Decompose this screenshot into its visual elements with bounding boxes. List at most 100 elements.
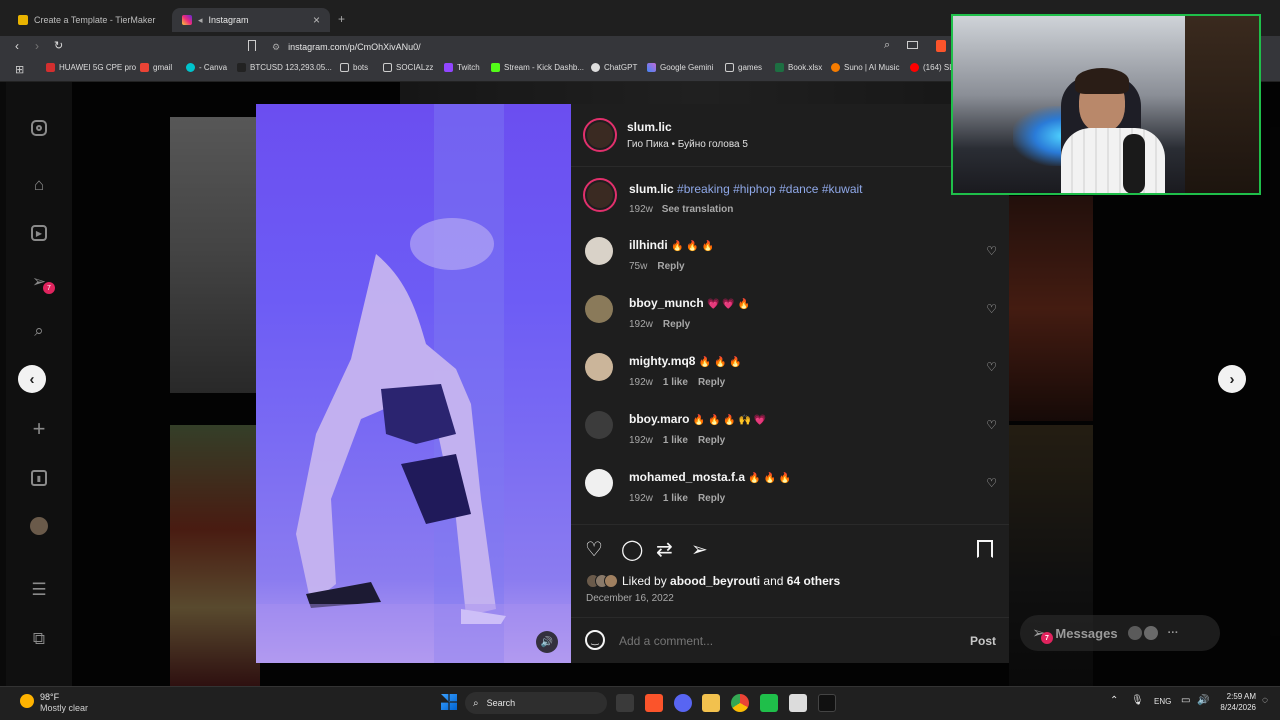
bookmark-gemini[interactable]: Google Gemini [647,63,713,72]
url-field[interactable]: ⚙ instagram.com/p/CmOhXivANu0/ [272,39,952,55]
save-bookmark-icon[interactable] [977,540,993,558]
language-indicator[interactable]: ENG [1154,697,1171,706]
bookmark-huawei[interactable]: HUAWEI 5G CPE pro [46,63,136,72]
reload-icon[interactable]: ↻ [54,39,63,52]
taskbar-search[interactable]: ⌕ Search [465,692,607,714]
post-comment-button[interactable]: Post [970,634,996,648]
like-comment-icon[interactable]: ♡ [986,418,997,432]
brave-shield-icon[interactable] [936,40,946,52]
network-icon[interactable]: ▭ [1181,695,1190,706]
bookmark-btcusd[interactable]: BTCUSD 123,293.05... [237,63,332,72]
kick-app-icon[interactable] [760,694,778,712]
bookmark-suno[interactable]: Suno | AI Music [831,63,899,72]
commenter-avatar[interactable] [585,469,613,497]
bookmark-canva[interactable]: - Canva [186,63,227,72]
liked-by-user[interactable]: abood_beyrouti [670,574,760,588]
apps-grid-icon[interactable]: ⊞ [15,63,24,76]
bookmark-folder-bots[interactable]: bots [340,63,368,72]
audio-toggle-button[interactable]: 🔊 [536,631,558,653]
task-view-icon[interactable] [616,694,634,712]
reels-icon[interactable]: ▶ [29,223,49,243]
author-avatar[interactable] [583,178,617,212]
show-hidden-icons-icon[interactable]: ⌃ [1110,695,1118,706]
post-video[interactable]: 🔊 [256,104,571,663]
brave-browser-icon[interactable] [645,694,663,712]
bookmark-folder-games[interactable]: games [725,63,762,72]
repost-icon[interactable]: ⇄ [656,537,673,562]
commenter-avatar[interactable] [585,237,613,265]
microphone-icon[interactable]: 🎙 [1131,695,1144,706]
liked-by-others[interactable]: 64 others [787,574,840,588]
share-icon[interactable]: ➢ [691,537,708,562]
tab-tiermaker[interactable]: Create a Template - TierMaker [8,8,168,32]
reply-button[interactable]: Reply [698,377,725,388]
search-icon[interactable]: ⌕ [29,321,49,341]
clock-date[interactable]: 8/24/2026 [1216,703,1256,712]
caption-hashtags[interactable]: #breaking #hiphop #dance #kuwait [677,182,862,196]
bookmark-kick[interactable]: Stream - Kick Dashb... [491,63,584,72]
like-comment-icon[interactable]: ♡ [986,360,997,374]
bookmark-twitch[interactable]: Twitch [444,63,480,72]
comment-username[interactable]: bboy_munch [629,296,704,310]
reply-button[interactable]: Reply [698,435,725,446]
like-comment-icon[interactable]: ♡ [986,302,997,316]
bookmark-youtube[interactable]: (164) SL [910,63,954,72]
comment-input[interactable] [619,631,949,651]
commenter-avatar[interactable] [585,295,613,323]
comment-likes[interactable]: 1 like [663,435,688,446]
close-tab-icon[interactable]: × [313,13,320,27]
reply-button[interactable]: Reply [698,493,725,504]
weather-desc[interactable]: Mostly clear [40,703,88,713]
next-post-button[interactable]: › [1218,365,1246,393]
tab-instagram[interactable]: ◂ Instagram × [172,8,330,32]
messages-button[interactable]: ➢ 7 Messages ··· [1020,615,1220,651]
forward-icon[interactable]: › [35,39,39,53]
new-tab-button[interactable]: + [338,12,345,26]
bookmark-chatgpt[interactable]: ChatGPT [591,63,637,72]
bookmark-gmail[interactable]: gmail [140,63,172,72]
weather-temp[interactable]: 98°F [40,692,59,702]
like-comment-icon[interactable]: ♡ [986,244,997,258]
caption-username[interactable]: slum.lic [629,182,674,196]
more-menu-icon[interactable]: ☰ [29,580,49,600]
instagram-logo-icon[interactable] [29,118,49,138]
audio-track[interactable]: Гио Пика • Буйно голова 5 [627,139,748,150]
site-info-icon[interactable]: ⚙ [272,42,280,53]
notepad-icon[interactable] [789,694,807,712]
volume-icon[interactable]: 🔊 [1197,695,1209,706]
zoom-icon[interactable]: ⌕ [884,39,890,52]
comment-likes[interactable]: 1 like [663,493,688,504]
cast-icon[interactable] [907,41,918,49]
windows-start-icon[interactable] [441,694,457,710]
see-translation-link[interactable]: See translation [662,204,734,215]
comment-username[interactable]: mohamed_mosta.f.a [629,470,745,484]
emoji-icon[interactable]: ‿ [585,630,605,650]
obs-terminal-icon[interactable] [818,694,836,712]
bookmark-folder-socialzz[interactable]: SOCIALzz [383,63,433,72]
bookmark-book-xlsx[interactable]: Book.xlsx [775,63,822,72]
author-avatar[interactable] [583,118,617,152]
reply-button[interactable]: Reply [657,261,684,272]
commenter-avatar[interactable] [585,353,613,381]
comment-username[interactable]: bboy.maro [629,412,689,426]
previous-post-button[interactable]: ‹ [18,365,46,393]
also-from-meta-icon[interactable]: ⧉ [29,629,49,649]
comment-icon[interactable]: ◯ [621,537,643,562]
create-icon[interactable]: + [29,416,49,441]
back-icon[interactable]: ‹ [15,39,19,53]
file-explorer-icon[interactable] [702,694,720,712]
discord-icon[interactable] [674,694,692,712]
comment-username[interactable]: mighty.mq8 [629,354,695,368]
weather-icon[interactable] [20,694,34,708]
bookmark-page-icon[interactable] [248,40,256,51]
like-comment-icon[interactable]: ♡ [986,476,997,490]
author-username[interactable]: slum.lic [627,120,672,134]
comment-likes[interactable]: 1 like [663,377,688,388]
chrome-icon[interactable] [731,694,749,712]
comment-username[interactable]: illhindi [629,238,668,252]
profile-avatar[interactable] [29,516,49,536]
commenter-avatar[interactable] [585,411,613,439]
clock-time[interactable]: 2:59 AM [1220,692,1256,701]
home-icon[interactable]: ⌂ [29,175,49,195]
notifications-icon[interactable]: ◌ [1262,695,1268,706]
